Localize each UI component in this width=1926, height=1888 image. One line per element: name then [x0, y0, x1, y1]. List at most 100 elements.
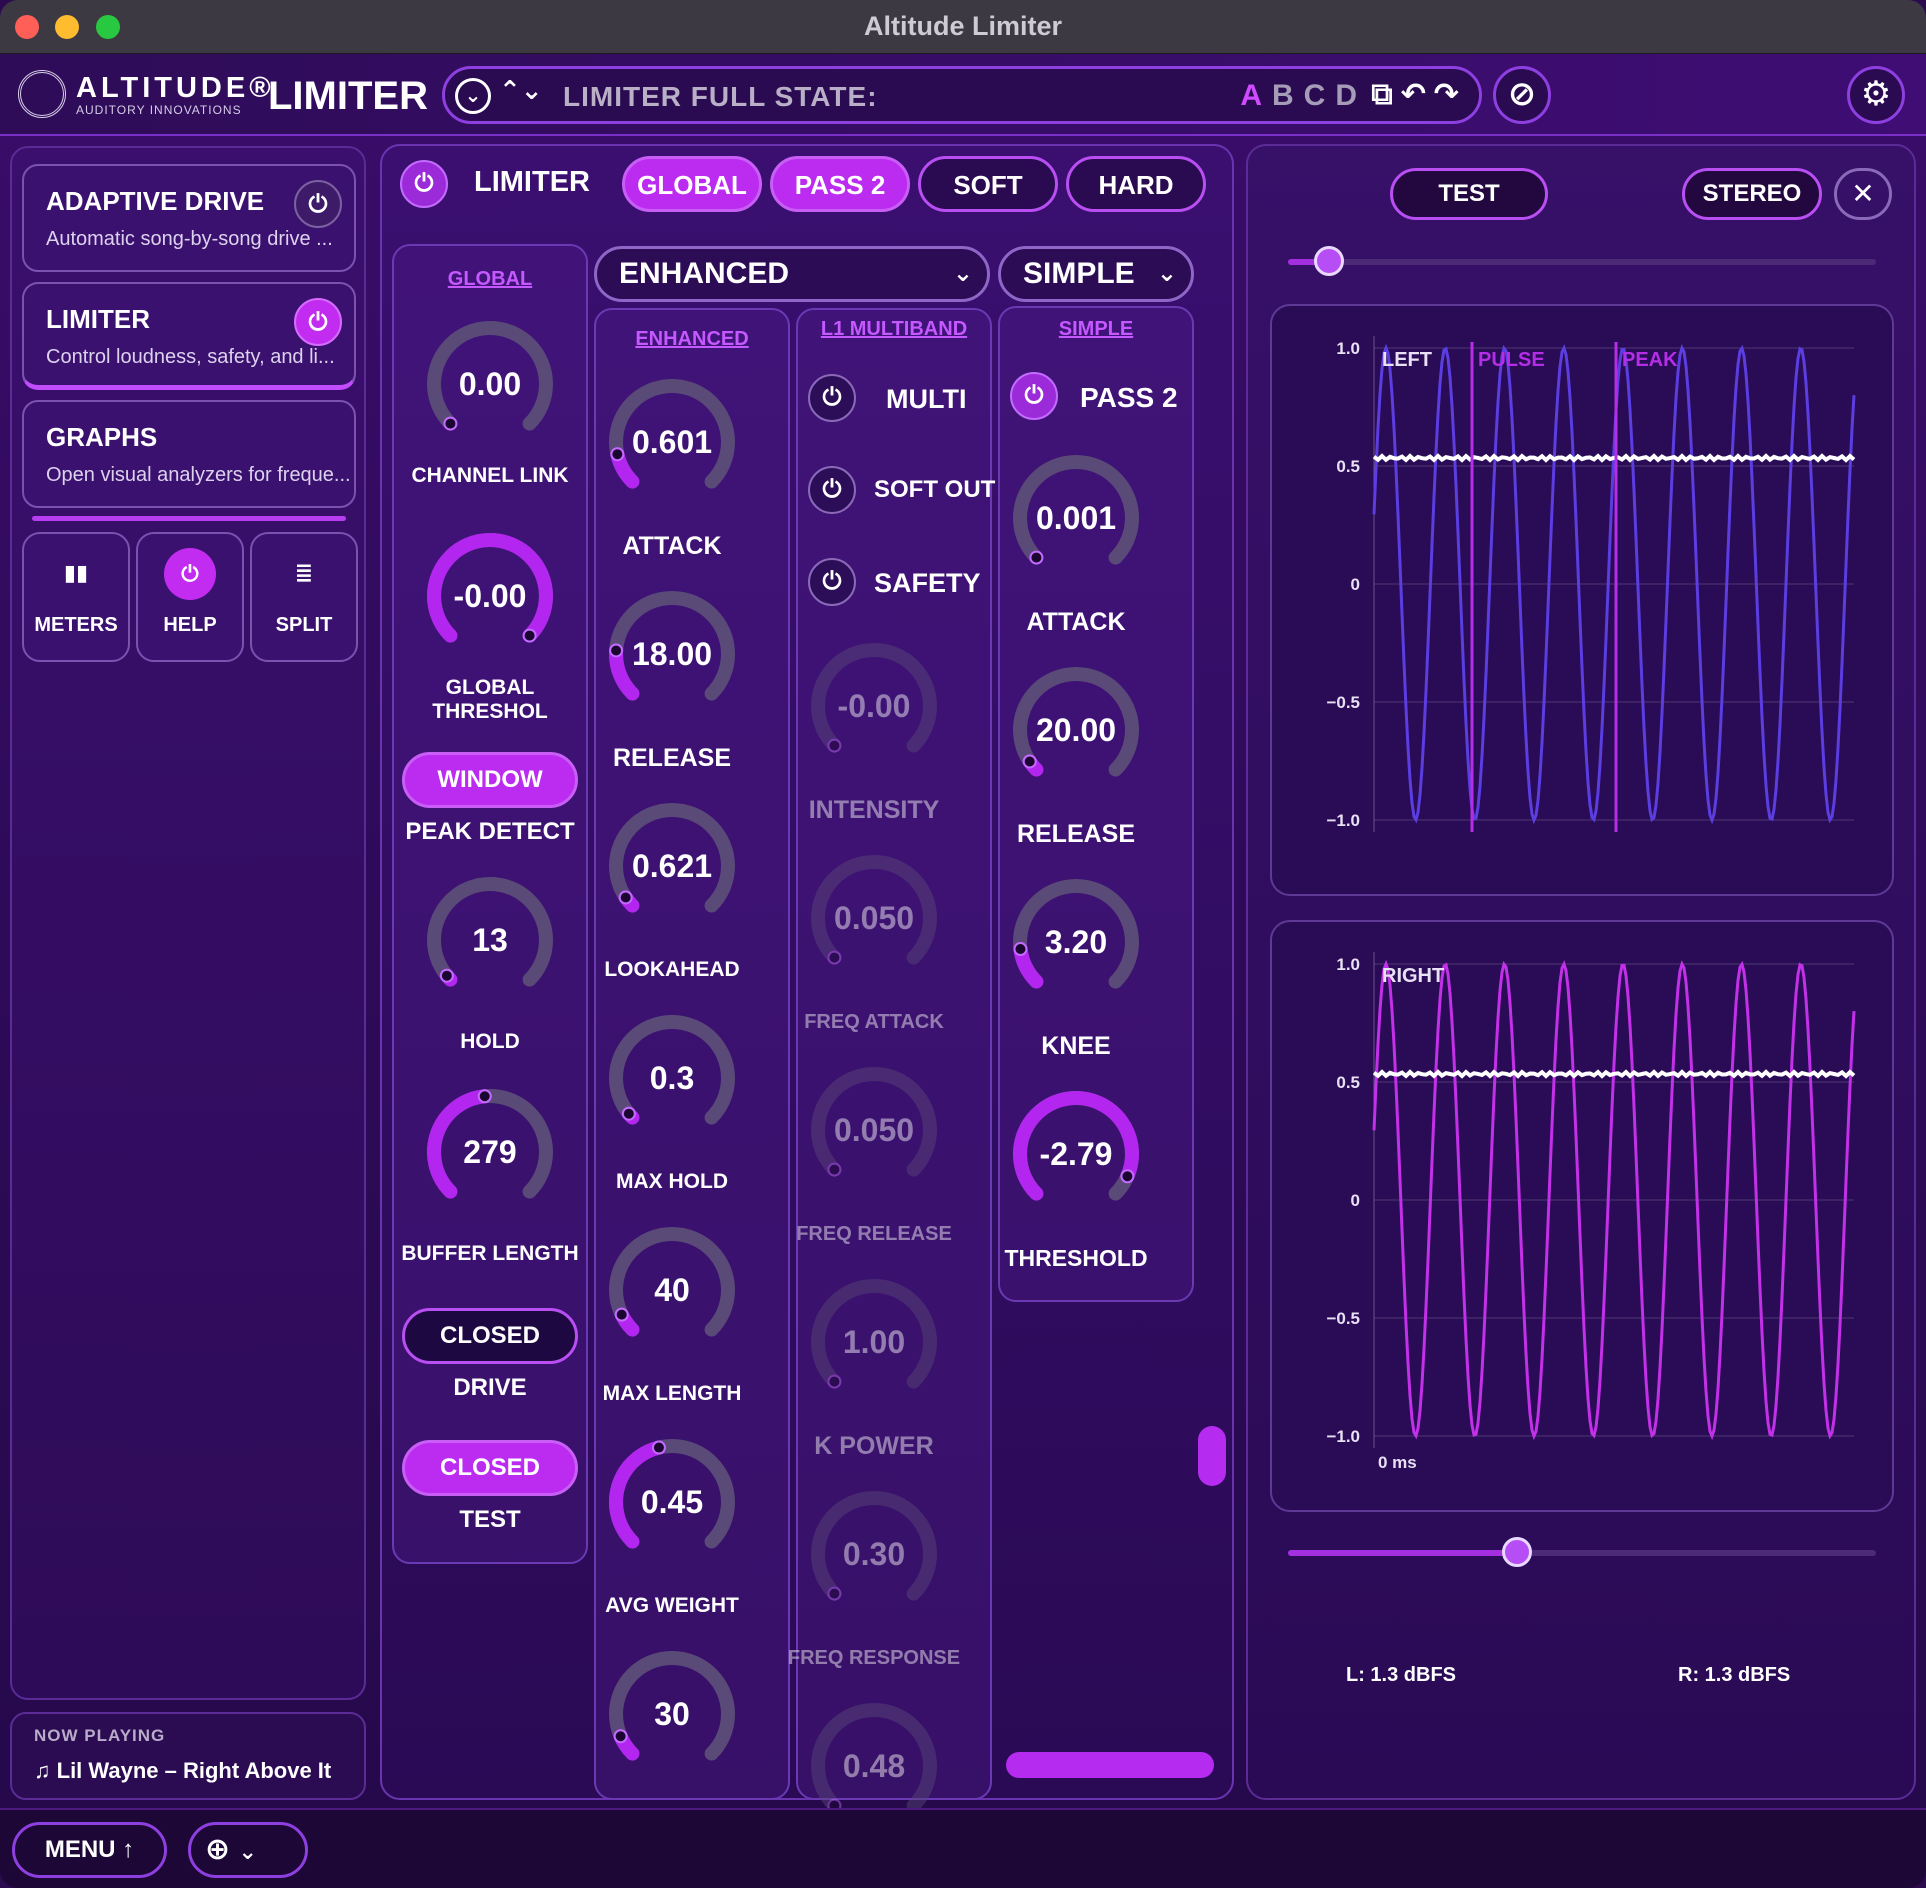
card-limiter[interactable]: LIMITER Control loudness, safety, and li… [22, 282, 356, 390]
simple-1-knob[interactable]: 20.00 [1006, 660, 1146, 800]
knob-value: 18.00 [631, 636, 713, 672]
power-icon[interactable]: ⏻ [294, 180, 342, 228]
knob-value: 0.050 [833, 900, 915, 936]
knob-label: MAX LENGTH [602, 1382, 742, 1405]
undo-icon[interactable]: ↶ [1401, 78, 1434, 111]
meters-button[interactable]: ▮▮ METERS [22, 532, 130, 662]
test-signal-button[interactable]: TEST [1390, 168, 1548, 220]
peak-detect-label: PEAK DETECT [405, 818, 575, 845]
knob-label: INTENSITY [808, 796, 940, 824]
stereo-button[interactable]: STEREO [1682, 168, 1822, 220]
gear-icon[interactable]: ⚙ [1847, 66, 1905, 124]
simple-section-label[interactable]: SIMPLE [998, 318, 1194, 341]
knob-label: BUFFER LENGTH [401, 1242, 579, 1265]
enhanced-4-knob[interactable]: 40 [602, 1220, 742, 1360]
simple-2-knob[interactable]: 3.20 [1006, 872, 1146, 1012]
y-tick-label: −1.0 [1326, 1427, 1360, 1446]
global-3-knob[interactable]: 279 [420, 1082, 560, 1222]
knob-value: 0.30 [842, 1536, 906, 1572]
power-icon[interactable]: ⏻ [294, 298, 342, 346]
split-button[interactable]: ≣ SPLIT [250, 532, 358, 662]
arrow-up-icon: ↑ [122, 1836, 135, 1863]
knob-label: CHANNEL LINK [411, 464, 569, 487]
close-icon[interactable]: ✕ [1834, 168, 1892, 220]
tab-soft[interactable]: SOFT [918, 156, 1058, 212]
y-tick-label: 0.5 [1336, 1073, 1360, 1092]
simple-3-knob[interactable]: -2.79 [1006, 1084, 1146, 1224]
brand-subtitle: AUDITORY INNOVATIONS [76, 103, 242, 117]
global-1-knob[interactable]: -0.00 [420, 526, 560, 666]
language-selector[interactable]: ⊕ ⌄ [188, 1822, 308, 1878]
enhanced-1-knob[interactable]: 18.00 [602, 584, 742, 724]
enhanced-dropdown[interactable]: ENHANCED ⌄ [594, 246, 990, 302]
title-bar: Altitude Limiter [0, 0, 1926, 54]
slot-a-button[interactable]: A [1240, 79, 1272, 112]
card-graphs[interactable]: GRAPHS Open visual analyzers for freque.… [22, 400, 356, 508]
power-icon[interactable]: ⏻ [808, 374, 856, 422]
pulse-marker-label: PULSE [1478, 349, 1545, 371]
test-button[interactable]: CLOSED [402, 1440, 578, 1496]
card-adaptive-drive[interactable]: ADAPTIVE DRIVE Automatic song-by-song dr… [22, 164, 356, 272]
enhanced-2-knob[interactable]: 0.621 [602, 796, 742, 936]
peak-detect-button[interactable]: WINDOW [402, 752, 578, 808]
card-description: Control loudness, safety, and li... [46, 346, 335, 368]
drive-button[interactable]: CLOSED [402, 1308, 578, 1364]
top-slider[interactable] [1288, 246, 1876, 276]
bottom-slider[interactable] [1288, 1537, 1876, 1567]
x-axis-label: 0 ms [1378, 1453, 1417, 1472]
meters-icon: ▮▮ [63, 560, 89, 585]
split-icon: ≣ [294, 560, 314, 585]
help-button[interactable]: ⏻ HELP [136, 532, 244, 662]
global-0-knob[interactable]: 0.00 [420, 314, 560, 454]
slot-b-button[interactable]: B [1272, 79, 1304, 112]
globe-icon: ⊕ [205, 1833, 231, 1866]
right-scope: 1.0 0.5 0 −0.5 −1.0 RIGHT 0 ms [1270, 920, 1894, 1512]
multiband-4-knob[interactable]: 0.30 [804, 1484, 944, 1624]
global-2-knob[interactable]: 13 [420, 870, 560, 1010]
sidebar: ADAPTIVE DRIVE Automatic song-by-song dr… [10, 146, 366, 1700]
enhanced-3-knob[interactable]: 0.3 [602, 1008, 742, 1148]
state-slots: ABCD [1240, 79, 1367, 113]
preset-arrows-icon[interactable]: ⌃⌄ [499, 75, 543, 106]
power-icon[interactable]: ⏻ [808, 558, 856, 606]
knob-value: 13 [472, 922, 508, 958]
copy-icon[interactable]: ⧉ [1371, 78, 1400, 111]
redo-icon[interactable]: ↷ [1434, 78, 1467, 111]
enhanced-section-label[interactable]: ENHANCED [594, 328, 790, 351]
right-scope-plot: 1.0 0.5 0 −0.5 −1.0 RIGHT 0 ms [1326, 952, 1856, 1472]
slot-d-button[interactable]: D [1335, 79, 1367, 112]
enhanced-5-knob[interactable]: 0.45 [602, 1432, 742, 1572]
simple-0-knob[interactable]: 0.001 [1006, 448, 1146, 588]
multiband-0-knob[interactable]: -0.00 [804, 636, 944, 776]
panel-scrollbar[interactable] [1198, 1426, 1226, 1486]
simple-dropdown[interactable]: SIMPLE ⌄ [998, 246, 1194, 302]
y-tick-label: 1.0 [1336, 955, 1360, 974]
preset-dropdown-button[interactable]: ⌄ [455, 78, 491, 114]
horizontal-scrollbar[interactable] [1006, 1752, 1214, 1778]
channel-label: RIGHT [1382, 965, 1444, 987]
y-tick-label: −0.5 [1326, 1309, 1360, 1328]
global-section-label[interactable]: GLOBAL [392, 268, 588, 291]
tool-label: SPLIT [275, 614, 333, 636]
tab-hard[interactable]: HARD [1066, 156, 1206, 212]
multiband-2-knob[interactable]: 0.050 [804, 1060, 944, 1200]
multiband-1-knob[interactable]: 0.050 [804, 848, 944, 988]
multiband-section-label[interactable]: L1 MULTIBAND [796, 318, 992, 341]
power-icon[interactable]: ⏻ [400, 160, 448, 208]
menu-button[interactable]: MENU ↑ [12, 1822, 167, 1878]
power-icon[interactable]: ⏻ [1010, 372, 1058, 420]
knob-value: 0.00 [458, 366, 522, 402]
enhanced-6-knob[interactable]: 30 [602, 1644, 742, 1784]
tab-pass-2[interactable]: PASS 2 [770, 156, 910, 212]
slot-c-button[interactable]: C [1304, 79, 1336, 112]
enhanced-0-knob[interactable]: 0.601 [602, 372, 742, 512]
tab-global[interactable]: GLOBAL [622, 156, 762, 212]
soft-out-toggle-label: SOFT OUT [874, 476, 996, 503]
power-icon[interactable]: ⏻ [808, 466, 856, 514]
card-title: LIMITER [46, 304, 150, 334]
peak-marker-label: PEAK [1622, 349, 1678, 371]
state-label[interactable]: LIMITER FULL STATE: [563, 81, 878, 113]
bypass-icon[interactable]: ⊘ [1493, 66, 1551, 124]
multiband-3-knob[interactable]: 1.00 [804, 1272, 944, 1412]
slider-thumb[interactable] [1314, 246, 1345, 276]
